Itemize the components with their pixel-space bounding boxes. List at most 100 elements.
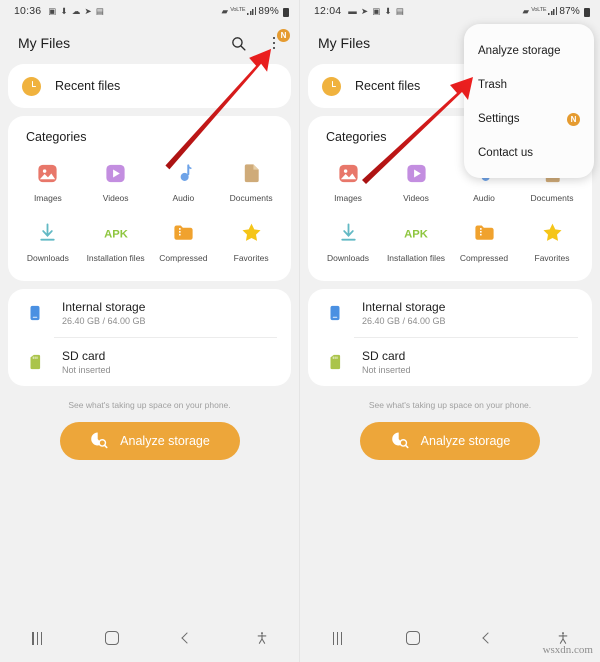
clock-icon	[322, 76, 341, 96]
analyze-storage-label: Analyze storage	[420, 434, 511, 449]
category-label: Audio	[172, 193, 195, 203]
category-label: Downloads	[326, 252, 370, 263]
accessibility-icon[interactable]	[224, 614, 299, 662]
category-label: Downloads	[26, 252, 69, 263]
home-icon[interactable]	[75, 614, 150, 662]
storage-subtitle: Not inserted	[62, 365, 111, 376]
search-icon[interactable]	[227, 32, 249, 54]
network-label: VoLTE	[531, 7, 547, 14]
svg-text:APK: APK	[104, 228, 129, 240]
recent-files-label: Recent files	[55, 79, 121, 93]
settings-notification-badge: N	[567, 112, 580, 126]
menu-item-label: Trash	[478, 79, 507, 91]
screen-left: 10:36 ▣ ⬇ ☁ ➤ ▤ ▰ VoLTE 89% My Files N R…	[0, 0, 300, 662]
category-label: Compressed	[159, 252, 208, 263]
apk-category-icon: APK	[103, 220, 129, 246]
download-icon: ⬇	[384, 5, 392, 16]
menu-item-settings[interactable]: Settings N	[464, 102, 594, 136]
signal-icon	[247, 7, 257, 15]
storage-title: SD card	[362, 349, 406, 364]
storage-subtitle: 26.40 GB / 64.00 GB	[62, 316, 146, 327]
category-label: Audio	[473, 193, 495, 203]
category-downloads[interactable]: Downloads	[14, 214, 82, 268]
analyze-storage-label: Analyze storage	[120, 434, 210, 449]
storage-row-sdcard[interactable]: SD card Not inserted	[8, 338, 291, 386]
menu-item-label: Settings	[478, 113, 520, 125]
menu-item-trash[interactable]: Trash	[464, 68, 594, 102]
message-icon: ▬	[348, 5, 357, 16]
category-installation-files[interactable]: APK Installation files	[82, 214, 150, 268]
status-time: 10:36	[14, 5, 42, 17]
category-favorites[interactable]: Favorites	[217, 214, 285, 268]
sd-card-icon	[322, 349, 348, 375]
category-label: Installation files	[386, 252, 446, 263]
storage-subtitle: Not inserted	[362, 365, 411, 376]
download-category-icon	[335, 220, 361, 246]
recent-files-card[interactable]: Recent files	[8, 64, 291, 108]
recent-files-label: Recent files	[355, 79, 421, 93]
wifi-icon: ▰	[522, 5, 530, 16]
storage-subtitle: 26.40 GB / 64.00 GB	[362, 316, 446, 327]
download-category-icon	[35, 220, 61, 246]
download-icon: ⬇	[60, 5, 68, 16]
category-compressed[interactable]: Compressed	[150, 214, 218, 268]
menu-notification-badge: N	[277, 29, 290, 42]
audio-category-icon	[170, 160, 196, 186]
signal-icon	[548, 7, 558, 15]
category-label: Favorites	[534, 252, 570, 263]
video-category-icon	[403, 160, 429, 186]
menu-item-label: Analyze storage	[478, 45, 561, 57]
status-bar: 12:04 ▬ ➤ ▣ ⬇ ▤ ▰ VoLTE 87%	[300, 0, 600, 22]
category-label: Documents	[229, 193, 273, 203]
analyze-storage-section: See what's taking up space on your phone…	[0, 400, 299, 461]
category-downloads[interactable]: Downloads	[314, 214, 382, 268]
back-icon[interactable]	[150, 614, 225, 662]
storage-card: Internal storage 26.40 GB / 64.00 GB SD …	[8, 289, 291, 387]
category-label: Documents	[530, 193, 574, 203]
recents-icon[interactable]	[300, 614, 375, 662]
battery-icon	[283, 7, 289, 17]
storage-row-internal[interactable]: Internal storage 26.40 GB / 64.00 GB	[308, 289, 592, 337]
favorites-category-icon	[539, 220, 565, 246]
page-title: My Files	[18, 35, 71, 51]
category-label: Favorites	[233, 252, 269, 263]
analyze-storage-button[interactable]: Analyze storage	[59, 422, 240, 461]
home-icon[interactable]	[375, 614, 450, 662]
category-label: Compressed	[459, 252, 509, 263]
storage-row-sdcard[interactable]: SD card Not inserted	[308, 338, 592, 386]
storage-title: Internal storage	[62, 300, 146, 315]
category-videos[interactable]: Videos	[382, 154, 450, 208]
category-installation-files[interactable]: APK Installation files	[382, 214, 450, 268]
chat-icon: ▣	[372, 5, 381, 16]
battery-percent: 87%	[559, 5, 580, 17]
analyze-storage-button[interactable]: Analyze storage	[360, 422, 540, 461]
apk-category-icon: APK	[403, 220, 429, 246]
telegram-icon: ➤	[84, 5, 92, 16]
category-label: Images	[33, 193, 62, 203]
network-label: VoLTE	[230, 7, 246, 14]
category-images[interactable]: Images	[14, 154, 82, 208]
recents-icon[interactable]	[0, 614, 75, 662]
battery-icon	[584, 7, 590, 17]
favorites-category-icon	[238, 220, 264, 246]
menu-item-contact-us[interactable]: Contact us	[464, 136, 594, 170]
svg-text:APK: APK	[404, 228, 429, 240]
category-favorites[interactable]: Favorites	[518, 214, 586, 268]
more-options-icon[interactable]: N	[263, 29, 290, 54]
back-icon[interactable]	[450, 614, 525, 662]
app-bar: My Files N	[0, 22, 299, 64]
menu-item-analyze-storage[interactable]: Analyze storage	[464, 34, 594, 68]
category-videos[interactable]: Videos	[82, 154, 150, 208]
document-category-icon	[238, 160, 264, 186]
menu-item-label: Contact us	[478, 147, 533, 159]
category-compressed[interactable]: Compressed	[450, 214, 518, 268]
categories-title: Categories	[26, 130, 87, 144]
category-images[interactable]: Images	[314, 154, 382, 208]
category-audio[interactable]: Audio	[150, 154, 218, 208]
storage-title: Internal storage	[362, 300, 446, 315]
category-documents[interactable]: Documents	[217, 154, 285, 208]
image-icon: ▤	[95, 5, 105, 16]
image-category-icon	[335, 160, 361, 186]
watermark: wsxdn.com	[542, 644, 593, 656]
storage-row-internal[interactable]: Internal storage 26.40 GB / 64.00 GB	[8, 289, 291, 337]
